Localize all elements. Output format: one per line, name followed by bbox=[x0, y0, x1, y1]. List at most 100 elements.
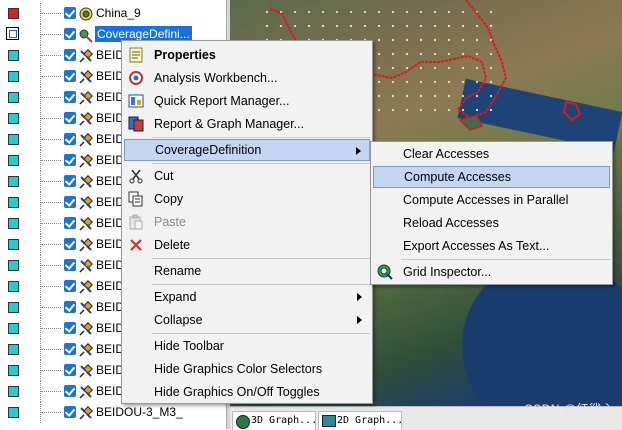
menu-item-clear-accesses[interactable]: Clear Accesses bbox=[373, 143, 610, 165]
color-selector[interactable] bbox=[8, 281, 19, 292]
color-selector[interactable] bbox=[8, 239, 19, 250]
menu-item-hide-graphics-on-off-toggles[interactable]: Hide Graphics On/Off Toggles bbox=[124, 381, 370, 403]
tab-3d-graphics[interactable]: 3D Graph... bbox=[232, 411, 316, 430]
visibility-checkbox[interactable] bbox=[64, 112, 76, 124]
tree-line bbox=[41, 370, 61, 371]
visibility-checkbox[interactable] bbox=[64, 364, 76, 376]
satellite-icon bbox=[78, 405, 94, 421]
menu-item-rename[interactable]: Rename bbox=[124, 260, 370, 282]
visibility-checkbox[interactable] bbox=[64, 406, 76, 418]
submenu-arrow-icon bbox=[357, 316, 362, 324]
analysis-workbench-icon bbox=[128, 70, 144, 86]
visibility-checkbox[interactable] bbox=[64, 217, 76, 229]
visibility-checkbox[interactable] bbox=[64, 154, 76, 166]
menu-item-copy[interactable]: Copy bbox=[124, 188, 370, 210]
tree-line bbox=[41, 34, 61, 35]
visibility-checkbox[interactable] bbox=[64, 49, 76, 61]
color-selector[interactable] bbox=[6, 27, 19, 40]
visibility-checkbox[interactable] bbox=[64, 7, 76, 19]
visibility-checkbox[interactable] bbox=[64, 280, 76, 292]
menu-item-cut[interactable]: Cut bbox=[124, 165, 370, 187]
menu-item-report-graph-manager[interactable]: Report & Graph Manager... bbox=[124, 113, 370, 135]
color-selector[interactable] bbox=[8, 50, 19, 61]
tree-line bbox=[41, 76, 61, 77]
color-selector[interactable] bbox=[8, 407, 19, 418]
tree-line bbox=[41, 412, 61, 413]
color-selector[interactable] bbox=[8, 134, 19, 145]
coverage-definition-submenu: Clear Accesses Compute Accesses Compute Ac… bbox=[370, 141, 613, 285]
visibility-checkbox[interactable] bbox=[64, 259, 76, 271]
menu-item-quick-report-manager[interactable]: Quick Report Manager... bbox=[124, 90, 370, 112]
satellite-icon bbox=[78, 384, 94, 400]
menu-item-reload-accesses[interactable]: Reload Accesses bbox=[373, 212, 610, 234]
color-selector[interactable] bbox=[8, 92, 19, 103]
color-selector[interactable] bbox=[8, 260, 19, 271]
visibility-checkbox[interactable] bbox=[64, 196, 76, 208]
visibility-checkbox[interactable] bbox=[64, 385, 76, 397]
menu-item-export-accesses-as-text[interactable]: Export Accesses As Text... bbox=[373, 235, 610, 257]
visibility-checkbox[interactable] bbox=[64, 238, 76, 250]
tree-line bbox=[41, 349, 61, 350]
menu-item-paste[interactable]: Paste bbox=[124, 211, 370, 233]
menu-item-label: Quick Report Manager... bbox=[154, 94, 290, 108]
satellite-icon bbox=[78, 216, 94, 232]
satellite-icon bbox=[78, 111, 94, 127]
menu-item-label: Hide Graphics On/Off Toggles bbox=[154, 385, 320, 399]
color-selector[interactable] bbox=[8, 197, 19, 208]
tree-line bbox=[41, 139, 61, 140]
menu-item-coveragedefinition[interactable]: CoverageDefinition bbox=[124, 139, 370, 161]
tab-3d-graphics-label: 3D Graph... bbox=[251, 415, 316, 426]
visibility-checkbox[interactable] bbox=[64, 301, 76, 313]
color-selector[interactable] bbox=[8, 344, 19, 355]
color-selector[interactable] bbox=[8, 218, 19, 229]
color-selector[interactable] bbox=[8, 71, 19, 82]
delete-icon bbox=[128, 237, 144, 253]
submenu-arrow-icon bbox=[356, 147, 361, 155]
visibility-checkbox[interactable] bbox=[64, 28, 76, 40]
visibility-checkbox[interactable] bbox=[64, 91, 76, 103]
tree-line bbox=[41, 118, 61, 119]
tree-line bbox=[41, 286, 61, 287]
area-target-icon bbox=[78, 6, 94, 22]
visibility-checkbox[interactable] bbox=[64, 343, 76, 355]
menu-item-label: Paste bbox=[154, 215, 186, 229]
color-selector[interactable] bbox=[8, 386, 19, 397]
menu-item-properties[interactable]: Properties bbox=[124, 44, 370, 66]
menu-item-compute-accesses[interactable]: Compute Accesses bbox=[373, 166, 610, 188]
menu-item-delete[interactable]: Delete bbox=[124, 234, 370, 256]
paste-icon bbox=[128, 214, 144, 230]
menu-item-hide-graphics-color-selectors[interactable]: Hide Graphics Color Selectors bbox=[124, 358, 370, 380]
menu-item-label: CoverageDefinition bbox=[155, 143, 262, 157]
visibility-checkbox[interactable] bbox=[64, 70, 76, 82]
color-selector[interactable] bbox=[8, 113, 19, 124]
visibility-checkbox[interactable] bbox=[64, 133, 76, 145]
menu-item-label: Clear Accesses bbox=[403, 147, 490, 161]
color-selector[interactable] bbox=[8, 365, 19, 376]
menu-item-label: Hide Toolbar bbox=[154, 339, 224, 353]
menu-separator bbox=[401, 259, 610, 260]
menu-separator bbox=[152, 333, 370, 334]
tab-2d-graphics[interactable]: 2D Graph... bbox=[318, 411, 402, 430]
color-selector[interactable] bbox=[8, 302, 19, 313]
satellite-icon bbox=[78, 69, 94, 85]
color-selector[interactable] bbox=[8, 8, 19, 19]
quick-report-icon bbox=[128, 93, 144, 109]
menu-item-analysis-workbench[interactable]: Analysis Workbench... bbox=[124, 67, 370, 89]
menu-separator bbox=[152, 258, 370, 259]
satellite-icon bbox=[78, 132, 94, 148]
color-selector[interactable] bbox=[8, 155, 19, 166]
menu-item-collapse[interactable]: Collapse bbox=[124, 309, 370, 331]
tree-item[interactable]: China_9 bbox=[0, 3, 226, 24]
grid-inspector-icon bbox=[377, 264, 393, 280]
menu-item-hide-toolbar[interactable]: Hide Toolbar bbox=[124, 335, 370, 357]
menu-item-expand[interactable]: Expand bbox=[124, 286, 370, 308]
color-selector[interactable] bbox=[8, 176, 19, 187]
color-selector[interactable] bbox=[8, 323, 19, 334]
visibility-checkbox[interactable] bbox=[64, 322, 76, 334]
tree-item[interactable]: BEIDOU-3_M3_ bbox=[0, 402, 226, 423]
visibility-checkbox[interactable] bbox=[64, 175, 76, 187]
satellite-icon bbox=[78, 195, 94, 211]
menu-item-grid-inspector[interactable]: Grid Inspector... bbox=[373, 261, 610, 283]
menu-item-label: Grid Inspector... bbox=[403, 265, 492, 279]
menu-item-compute-accesses-in-parallel[interactable]: Compute Accesses in Parallel bbox=[373, 189, 610, 211]
